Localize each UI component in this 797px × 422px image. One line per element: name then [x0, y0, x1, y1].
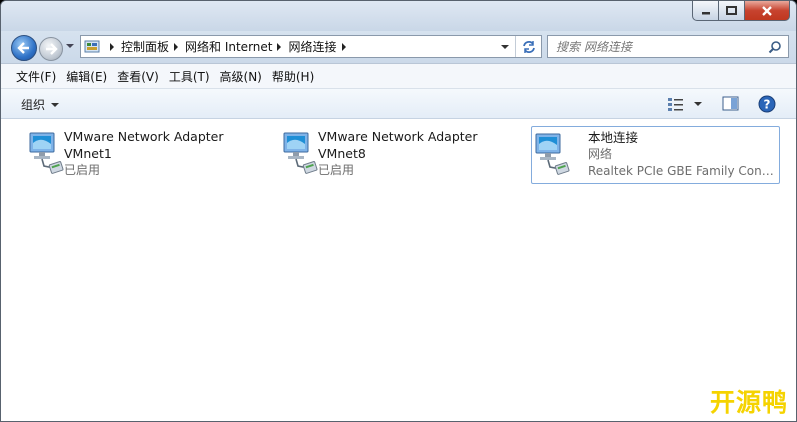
navigation-bar: 控制面板 网络和 Internet 网络连接	[1, 31, 796, 63]
search-button[interactable]	[768, 40, 782, 57]
adapter-text: VMware Network Adapter VMnet1 已启用	[64, 128, 224, 179]
refresh-icon	[522, 40, 535, 53]
adapter-status: 已启用	[64, 163, 101, 177]
address-history-dropdown[interactable]	[495, 36, 515, 57]
arrow-left-icon	[17, 42, 29, 54]
change-view-button[interactable]	[667, 97, 702, 111]
adapter-item-local-connection[interactable]: 本地连接 网络 Realtek PCIe GBE Family Controll…	[531, 126, 780, 184]
adapter-status: Realtek PCIe GBE Family Controller	[588, 164, 776, 178]
watermark-logo: 开源鸭	[709, 388, 788, 417]
help-button[interactable]: ?	[758, 95, 776, 116]
maximize-icon	[726, 6, 737, 15]
search-box[interactable]	[547, 35, 789, 58]
adapter-name: VMware Network Adapter	[64, 129, 224, 144]
svg-text:?: ?	[764, 98, 771, 112]
explorer-window: 控制面板 网络和 Internet 网络连接 搜索 网络连接 文件(F) 编辑(…	[0, 0, 797, 422]
adapter-status: 已启用	[318, 163, 355, 177]
breadcrumb-network-internet[interactable]: 网络和 Internet	[185, 38, 272, 55]
breadcrumb-separator[interactable]	[341, 42, 346, 51]
network-adapter-icon	[535, 133, 570, 175]
menu-edit[interactable]: 编辑(E)	[61, 65, 112, 88]
breadcrumb-separator[interactable]	[110, 42, 114, 51]
adapter-name: VMware Network Adapter	[318, 129, 478, 144]
menu-advanced[interactable]: 高级(N)	[215, 65, 267, 88]
close-button[interactable]	[745, 1, 790, 21]
breadcrumb-separator[interactable]	[277, 42, 282, 51]
search-icon	[768, 41, 781, 54]
close-icon	[762, 5, 772, 16]
caption-buttons	[692, 1, 790, 21]
network-adapter-icon	[29, 132, 64, 174]
breadcrumb-control-panel[interactable]: 控制面板	[121, 38, 169, 55]
adapter-subtitle: VMnet8	[318, 146, 366, 161]
adapter-text: 本地连接 网络 Realtek PCIe GBE Family Controll…	[588, 129, 776, 180]
network-adapter-icon	[283, 132, 318, 174]
organize-button[interactable]: 组织	[21, 96, 60, 113]
adapter-name: 本地连接	[588, 130, 639, 145]
address-bar[interactable]: 控制面板 网络和 Internet 网络连接	[80, 35, 542, 58]
organize-label: 组织	[21, 98, 46, 112]
menu-help[interactable]: 帮助(H)	[267, 65, 319, 88]
menu-bar: 文件(F) 编辑(E) 查看(V) 工具(T) 高级(N) 帮助(H)	[1, 63, 796, 89]
adapter-text: VMware Network Adapter VMnet8 已启用	[318, 128, 478, 179]
adapter-item-vmnet1[interactable]: VMware Network Adapter VMnet1 已启用	[7, 125, 256, 183]
forward-button[interactable]	[39, 37, 63, 61]
preview-pane-button[interactable]	[722, 96, 739, 114]
adapter-item-vmnet8[interactable]: VMware Network Adapter VMnet8 已启用	[261, 125, 510, 183]
search-input[interactable]	[556, 39, 766, 54]
help-icon: ?	[758, 95, 776, 113]
refresh-button[interactable]	[515, 36, 541, 57]
menu-tools[interactable]: 工具(T)	[164, 65, 215, 88]
menu-file[interactable]: 文件(F)	[11, 65, 61, 88]
command-bar: 组织 ?	[1, 89, 796, 119]
control-panel-icon	[84, 40, 100, 52]
address-controls	[495, 36, 541, 57]
chevron-down-icon	[51, 102, 60, 107]
view-details-icon	[668, 98, 683, 111]
arrow-right-icon	[46, 43, 58, 55]
adapter-subtitle: 网络	[588, 147, 613, 161]
preview-pane-icon	[722, 96, 739, 111]
breadcrumb-separator[interactable]	[174, 42, 179, 51]
adapter-subtitle: VMnet1	[64, 146, 112, 161]
chevron-down-icon	[694, 102, 702, 106]
breadcrumb-network-connections[interactable]: 网络连接	[288, 38, 336, 55]
minimize-button[interactable]	[692, 1, 719, 21]
menu-view[interactable]: 查看(V)	[112, 65, 164, 88]
file-list-area[interactable]: VMware Network Adapter VMnet1 已启用 VMware…	[1, 119, 796, 421]
back-button[interactable]	[11, 35, 37, 61]
title-bar[interactable]	[1, 1, 796, 31]
maximize-button[interactable]	[719, 1, 745, 21]
minimize-icon	[701, 11, 710, 14]
recent-pages-dropdown[interactable]	[66, 44, 74, 48]
